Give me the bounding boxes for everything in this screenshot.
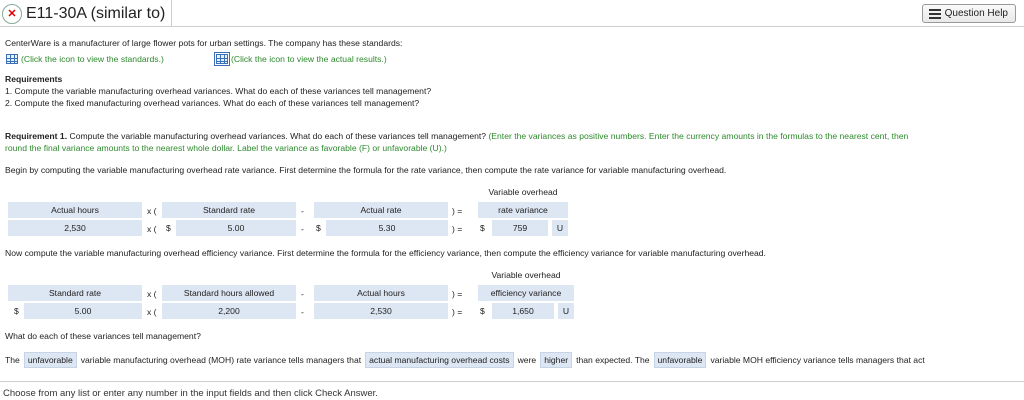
rate-dollar-3: $	[480, 223, 485, 233]
requirement-1-text: Compute the variable manufacturing overh…	[69, 131, 487, 141]
rate-variance-input[interactable]: 759	[492, 220, 548, 236]
requirement-1-line: Requirement 1. Compute the variable manu…	[5, 131, 908, 141]
intro-text: CenterWare is a manufacturer of large fl…	[5, 38, 403, 48]
rate-col2-header[interactable]: Standard rate	[162, 202, 296, 218]
rate-minus-2: -	[301, 224, 304, 234]
eff-result-header-2[interactable]: efficiency variance	[478, 285, 574, 301]
eff-close-equals-2: ) =	[452, 307, 463, 317]
rate-times-open-2: x (	[147, 224, 157, 234]
eff-times-open-2: x (	[147, 307, 157, 317]
title-bar: ✕ E11-30A (similar to) Question Help	[0, 0, 1024, 27]
rate-result-header-1: Variable overhead	[488, 187, 558, 197]
sentence-part-3: were	[517, 354, 537, 365]
requirement-1-label: Requirement 1.	[5, 131, 68, 141]
rate-standard-rate-input[interactable]: 5.00	[176, 220, 296, 236]
title-wrap: ✕ E11-30A (similar to)	[0, 0, 173, 27]
question-help-label: Question Help	[944, 8, 1008, 19]
eff-variance-label-select[interactable]: U	[558, 303, 574, 319]
eff-close-equals: ) =	[452, 289, 463, 299]
eff-result-header-1: Variable overhead	[491, 270, 561, 280]
rate-instruction: Begin by computing the variable manufact…	[5, 165, 727, 175]
rate-variance-label-select[interactable]: U	[552, 220, 568, 236]
sentence-part-2: variable manufacturing overhead (MOH) ra…	[80, 354, 362, 365]
table-icon[interactable]	[6, 54, 18, 64]
rate-actual-hours-input[interactable]: 2,530	[8, 220, 142, 236]
standards-link-label: (Click the icon to view the standards.)	[21, 54, 164, 64]
cost-type-select[interactable]: actual manufacturing overhead costs	[365, 351, 514, 368]
requirement-1-hint-cont: round the final variance amounts to the …	[5, 143, 447, 153]
eff-times-open: x (	[147, 289, 157, 299]
standards-link[interactable]: (Click the icon to view the standards.)	[6, 54, 164, 64]
eff-col3-header[interactable]: Actual hours	[314, 285, 448, 301]
rate-times-open: x (	[147, 206, 157, 216]
eff-col2-header[interactable]: Standard hours allowed	[162, 285, 296, 301]
rate-variance-type-select[interactable]: unfavorable	[23, 351, 77, 368]
footer-text: Choose from any list or enter any number…	[3, 388, 378, 399]
rate-actual-rate-input[interactable]: 5.30	[326, 220, 448, 236]
rate-dollar-1: $	[166, 223, 171, 233]
list-icon	[928, 8, 941, 19]
eff-dollar-2: $	[480, 306, 485, 316]
footer-bar: Choose from any list or enter any number…	[0, 381, 1024, 400]
rate-close-equals-2: ) =	[452, 224, 463, 234]
rate-dollar-2: $	[316, 223, 321, 233]
page-title: E11-30A (similar to)	[26, 4, 166, 22]
eff-standard-rate-input[interactable]: 5.00	[24, 303, 142, 319]
requirements-heading: Requirements	[5, 74, 63, 84]
eff-dollar-1: $	[14, 306, 19, 316]
higher-lower-select[interactable]: higher	[540, 351, 573, 368]
rate-col3-header[interactable]: Actual rate	[314, 202, 448, 218]
answer-sentence: The unfavorable variable manufacturing o…	[5, 351, 925, 368]
question-help-button[interactable]: Question Help	[921, 4, 1016, 23]
eff-standard-hours-input[interactable]: 2,200	[162, 303, 296, 319]
efficiency-instruction: Now compute the variable manufacturing o…	[5, 248, 766, 258]
sentence-part-5: variable MOH efficiency variance tells m…	[710, 354, 925, 365]
question-text: What do each of these variances tell man…	[5, 331, 201, 341]
sentence-part-1: The	[5, 354, 20, 365]
eff-minus-2: -	[301, 307, 304, 317]
requirement-item-1: 1. Compute the variable manufacturing ov…	[5, 86, 432, 96]
rate-result-header-2[interactable]: rate variance	[478, 202, 568, 218]
incorrect-status-icon: ✕	[2, 3, 22, 24]
efficiency-variance-type-select[interactable]: unfavorable	[653, 351, 707, 368]
eff-minus: -	[301, 289, 304, 299]
eff-col1-header[interactable]: Standard rate	[8, 285, 142, 301]
rate-close-equals: ) =	[452, 206, 463, 216]
requirement-item-2: 2. Compute the fixed manufacturing overh…	[5, 98, 420, 108]
requirement-1-hint: (Enter the variances as positive numbers…	[488, 131, 909, 141]
eff-variance-input[interactable]: 1,650	[492, 303, 554, 319]
rate-col1-header[interactable]: Actual hours	[8, 202, 142, 218]
rate-minus: -	[301, 206, 304, 216]
sentence-part-4: than expected. The	[576, 354, 650, 365]
table-icon[interactable]	[214, 52, 230, 66]
actual-results-link-label: (Click the icon to view the actual resul…	[231, 54, 387, 64]
actual-results-link[interactable]: (Click the icon to view the actual resul…	[214, 52, 387, 66]
eff-actual-hours-input[interactable]: 2,530	[314, 303, 448, 319]
